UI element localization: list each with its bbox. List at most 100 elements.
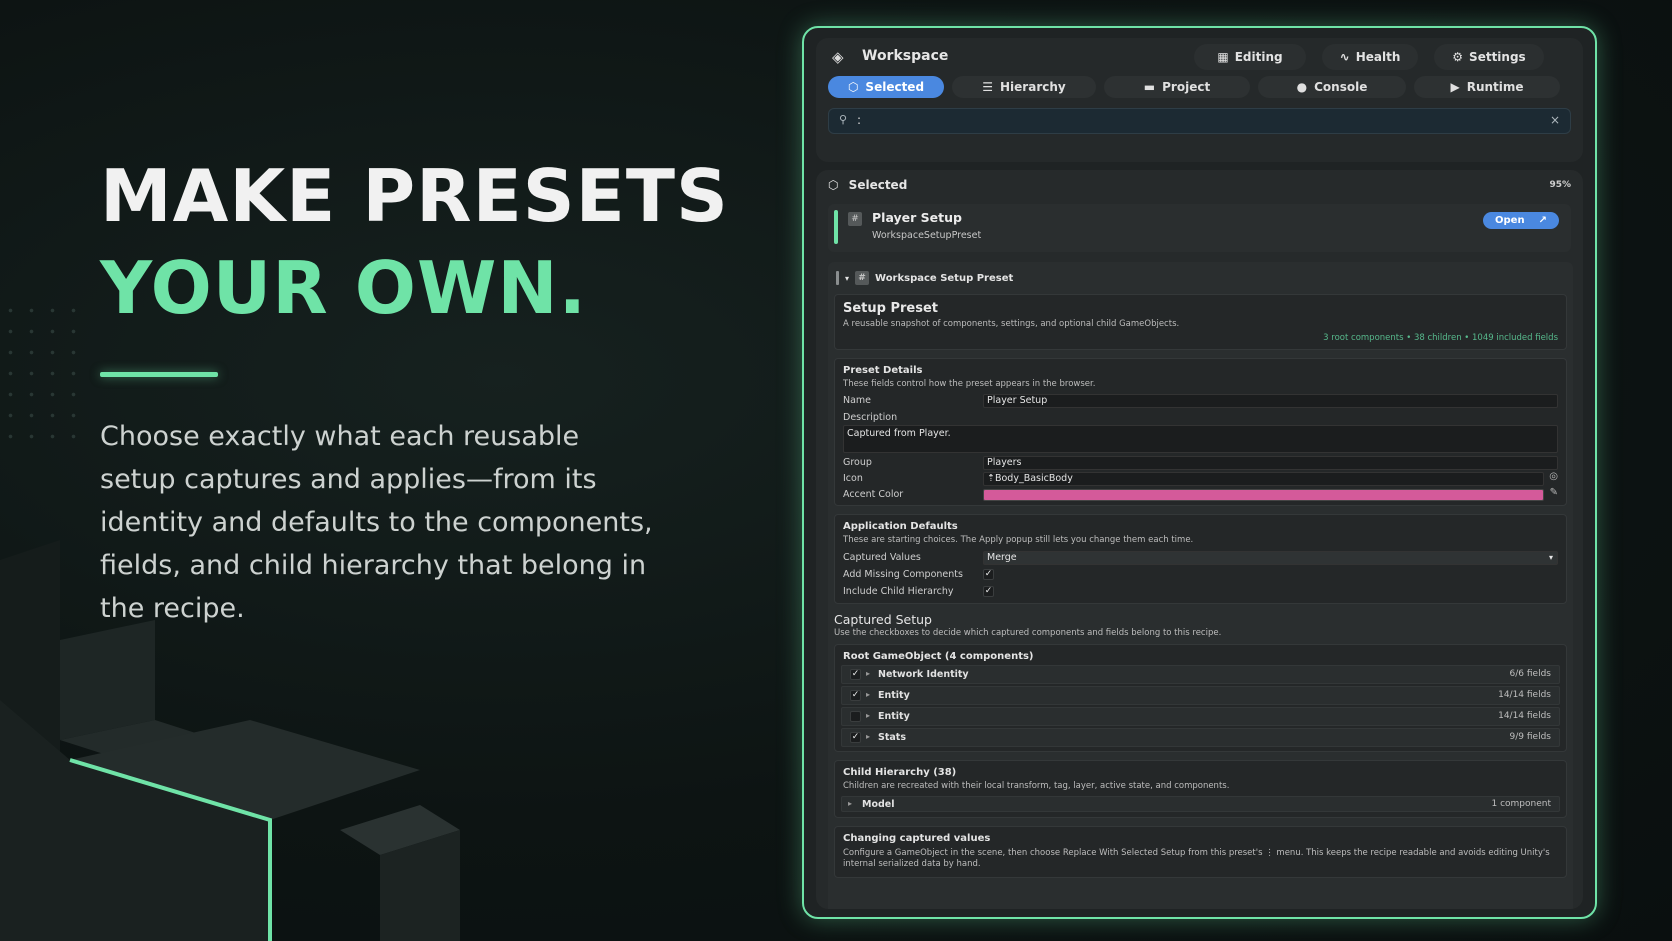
accent-color-label: Accent Color — [843, 489, 904, 500]
foldout-arrow-icon[interactable]: ▸ — [866, 690, 870, 699]
changing-desc: Configure a GameObject in the scene, the… — [843, 848, 1550, 869]
component-checkbox[interactable]: ✓ — [850, 732, 861, 743]
health-label: Health — [1355, 50, 1401, 64]
foldout-arrow-icon[interactable]: ▸ — [866, 669, 870, 678]
captured-values-label: Captured Values — [843, 552, 921, 563]
component-row[interactable]: ▸ Entity 14/14 fields — [841, 707, 1560, 726]
dot-grid — [0, 300, 80, 440]
search-icon: ⚲ — [839, 113, 848, 126]
icon-value: Body_BasicBody — [994, 473, 1073, 484]
inspector-header[interactable]: ▾ # Workspace Setup Preset — [836, 268, 1013, 288]
child-row[interactable]: ▸ Model 1 component — [841, 796, 1560, 812]
setup-title: Setup Preset — [843, 301, 939, 316]
foldout-arrow-icon[interactable]: ▸ — [866, 732, 870, 741]
alert-icon: ● — [1296, 80, 1308, 94]
selected-header: ⬡ Selected 95% — [828, 178, 1571, 200]
group-field[interactable]: Players — [983, 456, 1558, 470]
captured-values-value: Merge — [987, 552, 1017, 563]
selected-asset-card[interactable]: # Player Setup WorkspaceSetupPreset Open… — [828, 204, 1571, 252]
component-name: Stats — [878, 732, 906, 743]
details-desc: These fields control how the preset appe… — [843, 379, 1096, 389]
component-name: Entity — [878, 711, 910, 722]
component-checkbox[interactable]: ✓ — [850, 690, 861, 701]
component-row[interactable]: ✓ ▸ Stats 9/9 fields — [841, 728, 1560, 747]
selected-header-label: Selected — [848, 178, 908, 192]
application-defaults-box: Application Defaults These are starting … — [834, 514, 1567, 604]
clear-search-icon[interactable]: × — [1550, 113, 1560, 127]
include-child-label: Include Child Hierarchy — [843, 586, 954, 597]
child-title: Child Hierarchy (38) — [843, 767, 957, 778]
component-checkbox[interactable]: ✓ — [850, 669, 861, 680]
component-name: Network Identity — [878, 669, 969, 680]
settings-label: Settings — [1469, 50, 1526, 64]
foldout-arrow-icon[interactable]: ▾ — [845, 274, 849, 283]
changing-values-box: Changing captured values Configure a Gam… — [834, 826, 1567, 878]
editing-button[interactable]: ▦ Editing — [1194, 44, 1306, 70]
defaults-desc: These are starting choices. The Apply po… — [843, 535, 1194, 545]
child-hierarchy-box: Child Hierarchy (38) Children are recrea… — [834, 760, 1567, 818]
setup-preset-box: Setup Preset A reusable snapshot of comp… — [834, 294, 1567, 350]
grid-icon: ▦ — [1217, 50, 1229, 64]
details-title: Preset Details — [843, 365, 923, 376]
captured-title: Captured Setup — [834, 612, 932, 627]
foldout-arrow-icon[interactable]: ▸ — [848, 799, 852, 808]
icon-label: Icon — [843, 473, 863, 484]
component-row[interactable]: ✓ ▸ Entity 14/14 fields — [841, 686, 1560, 705]
hero-divider — [100, 372, 218, 377]
open-label: Open — [1495, 215, 1525, 226]
tab-hierarchy-label: Hierarchy — [1000, 80, 1066, 94]
hero-title-line1: MAKE PRESETS — [100, 154, 729, 238]
gear-icon: ⚙ — [1452, 50, 1464, 64]
tab-selected[interactable]: ⬡ Selected — [828, 76, 944, 98]
search-input[interactable]: : — [857, 113, 861, 127]
accent-color-swatch[interactable] — [983, 489, 1544, 501]
pulse-icon: ∿ — [1339, 50, 1350, 64]
workspace-window: ◈ Workspace ▦ Editing ∿ Health ⚙ Setting… — [802, 26, 1597, 919]
component-name: Entity — [878, 690, 910, 701]
description-field[interactable]: Captured from Player. — [843, 425, 1558, 453]
include-child-checkbox[interactable]: ✓ — [983, 586, 994, 597]
tab-bar: ⬡ Selected ☰ Hierarchy ▬ Project ● Conso… — [828, 76, 1571, 102]
root-title: Root GameObject (4 components) — [843, 651, 1034, 662]
eyedropper-icon[interactable]: ✎ — [1550, 487, 1558, 498]
tab-runtime[interactable]: ▶ Runtime — [1414, 76, 1560, 98]
icon-field[interactable]: ⇡Body_BasicBody — [983, 472, 1544, 486]
foldout-arrow-icon[interactable]: ▸ — [866, 711, 870, 720]
asset-type: WorkspaceSetupPreset — [872, 230, 982, 241]
drag-handle-icon[interactable] — [836, 271, 839, 285]
tab-hierarchy[interactable]: ☰ Hierarchy — [952, 76, 1096, 98]
open-button[interactable]: Open ↗ — [1483, 212, 1559, 229]
hero: MAKE PRESETS YOUR OWN. Choose exactly wh… — [100, 150, 740, 630]
setup-desc: A reusable snapshot of components, setti… — [843, 319, 1180, 329]
object-picker-icon[interactable]: ◎ — [1549, 471, 1558, 482]
tab-console[interactable]: ● Console — [1258, 76, 1406, 98]
health-button[interactable]: ∿ Health — [1322, 44, 1418, 70]
name-label: Name — [843, 395, 872, 406]
component-checkbox[interactable] — [850, 711, 861, 722]
search-bar[interactable]: ⚲ : × — [828, 108, 1571, 134]
inspector-header-label: Workspace Setup Preset — [875, 272, 1014, 284]
root-gameobject-box: Root GameObject (4 components) ✓ ▸ Netwo… — [834, 644, 1567, 752]
tab-project[interactable]: ▬ Project — [1104, 76, 1250, 98]
tab-runtime-label: Runtime — [1466, 80, 1524, 94]
name-field[interactable]: Player Setup — [983, 394, 1558, 408]
window-toolbar: ◈ Workspace ▦ Editing ∿ Health ⚙ Setting… — [816, 38, 1583, 162]
component-field-count: 14/14 fields — [1498, 711, 1551, 721]
chevron-down-icon: ▾ — [1548, 553, 1553, 562]
component-field-count: 14/14 fields — [1498, 690, 1551, 700]
editing-label: Editing — [1234, 50, 1283, 64]
child-component-count: 1 component — [1491, 799, 1551, 809]
add-missing-checkbox[interactable]: ✓ — [983, 569, 994, 580]
description-label: Description — [843, 412, 898, 423]
tab-console-label: Console — [1314, 80, 1368, 94]
figure-icon: ⇡ — [987, 473, 995, 484]
cube-outline-icon: ⬡ — [828, 178, 839, 192]
component-field-count: 6/6 fields — [1509, 669, 1551, 679]
folder-icon: ▬ — [1143, 80, 1156, 94]
captured-values-dropdown[interactable]: Merge ▾ — [983, 551, 1558, 565]
zoom-level: 95% — [1549, 180, 1571, 190]
inspector: ▾ # Workspace Setup Preset Setup Preset … — [828, 262, 1573, 909]
component-row[interactable]: ✓ ▸ Network Identity 6/6 fields — [841, 665, 1560, 684]
script-icon: # — [848, 212, 862, 226]
settings-button[interactable]: ⚙ Settings — [1434, 44, 1544, 70]
